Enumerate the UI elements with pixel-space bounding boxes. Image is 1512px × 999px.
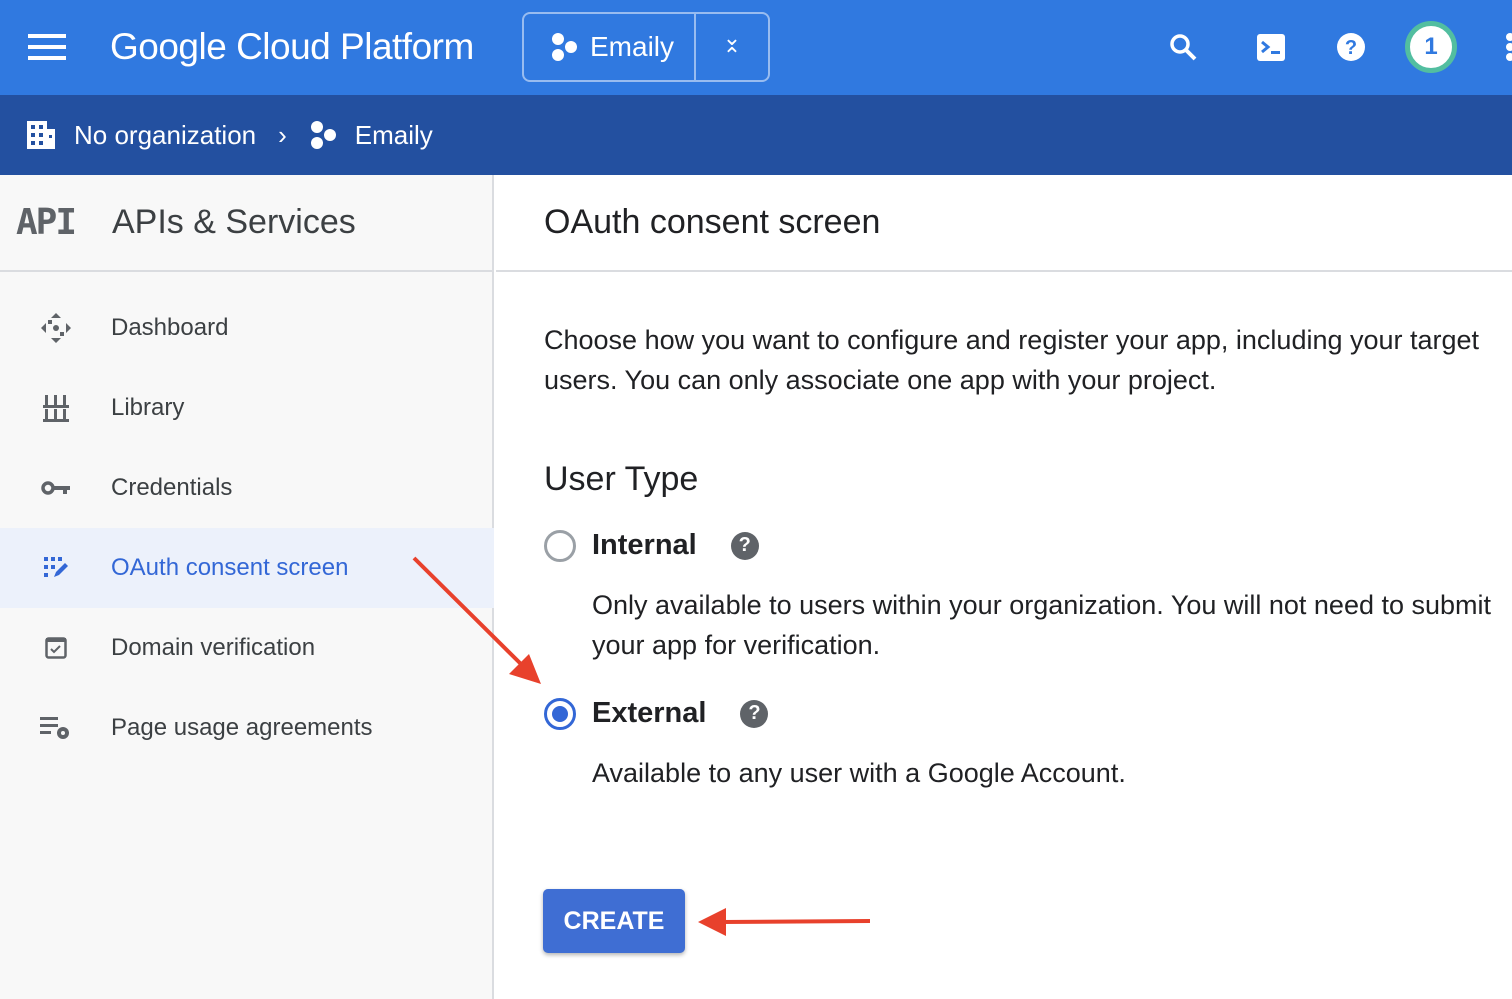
sidebar-item-oauth-consent-screen[interactable]: OAuth consent screen	[0, 528, 494, 608]
search-icon[interactable]	[1166, 30, 1200, 64]
section-title: User Type	[544, 460, 699, 498]
project-selector[interactable]: Emaily ⌄ ⌃	[522, 12, 770, 82]
checkbox-icon	[0, 637, 111, 659]
project-hex-icon	[552, 33, 577, 61]
sidebar-item-label: OAuth consent screen	[111, 554, 349, 581]
project-hex-icon	[310, 121, 336, 149]
option-label: External	[592, 697, 707, 729]
option-external[interactable]: External ?	[544, 697, 769, 730]
sidebar-item-label: Domain verification	[111, 634, 316, 661]
sidebar-item-label: Library	[111, 394, 185, 421]
app-title[interactable]: Google Cloud Platform	[110, 26, 474, 68]
create-button[interactable]: CREATE	[543, 889, 685, 953]
top-app-bar: Google Cloud Platform Emaily ⌄ ⌃ ? 1	[0, 0, 1512, 95]
sidebar-item-label: Page usage agreements	[111, 714, 373, 741]
internal-radio[interactable]	[544, 529, 576, 562]
project-name: Emaily	[590, 31, 675, 62]
settings-list-icon	[0, 715, 111, 741]
sidebar-item-label: Dashboard	[111, 314, 229, 341]
organization-icon	[27, 121, 55, 149]
breadcrumb-org[interactable]: No organization	[74, 120, 256, 151]
menu-icon[interactable]	[28, 34, 66, 60]
help-icon[interactable]: ?	[1334, 30, 1368, 64]
notifications-badge[interactable]: 1	[1405, 21, 1457, 73]
option-internal[interactable]: Internal ?	[544, 529, 759, 562]
chevron-right-icon: ›	[278, 119, 287, 150]
library-icon	[0, 393, 111, 423]
breadcrumb: No organization › Emaily	[0, 95, 1512, 175]
sidebar-item-domain-verification[interactable]: Domain verification	[0, 608, 494, 688]
page-description: Choose how you want to configure and reg…	[544, 325, 1480, 395]
sidebar-item-credentials[interactable]: Credentials	[0, 448, 494, 528]
key-icon	[0, 479, 111, 497]
more-vert-icon[interactable]	[1498, 30, 1512, 64]
breadcrumb-project[interactable]: Emaily	[355, 120, 433, 151]
option-description: Available to any user with a Google Acco…	[592, 758, 1126, 788]
option-label: Internal	[592, 529, 697, 561]
option-description: Only available to users within your orga…	[592, 590, 1492, 660]
main-content: OAuth consent screen Choose how you want…	[496, 175, 1512, 999]
svg-text:?: ?	[1345, 37, 1357, 59]
cloud-shell-icon[interactable]	[1254, 30, 1288, 64]
sidebar-item-page-usage-agreements[interactable]: Page usage agreements	[0, 688, 494, 768]
swap-icon[interactable]: ⌄ ⌃	[696, 14, 768, 80]
help-icon[interactable]: ?	[740, 699, 769, 728]
sidebar-item-label: Credentials	[111, 474, 233, 501]
external-radio[interactable]	[544, 697, 576, 730]
sidebar-title: APIs & Services	[112, 203, 356, 241]
sidebar-item-dashboard[interactable]: Dashboard	[0, 288, 494, 368]
page-title: OAuth consent screen	[496, 175, 1512, 272]
sidebar-item-library[interactable]: Library	[0, 368, 494, 448]
oauth-icon	[0, 557, 111, 579]
sidebar: API APIs & Services Dashboard Library Cre…	[0, 175, 494, 999]
dashboard-icon	[0, 312, 111, 344]
api-logo: API	[16, 202, 77, 243]
help-icon[interactable]: ?	[730, 531, 759, 560]
